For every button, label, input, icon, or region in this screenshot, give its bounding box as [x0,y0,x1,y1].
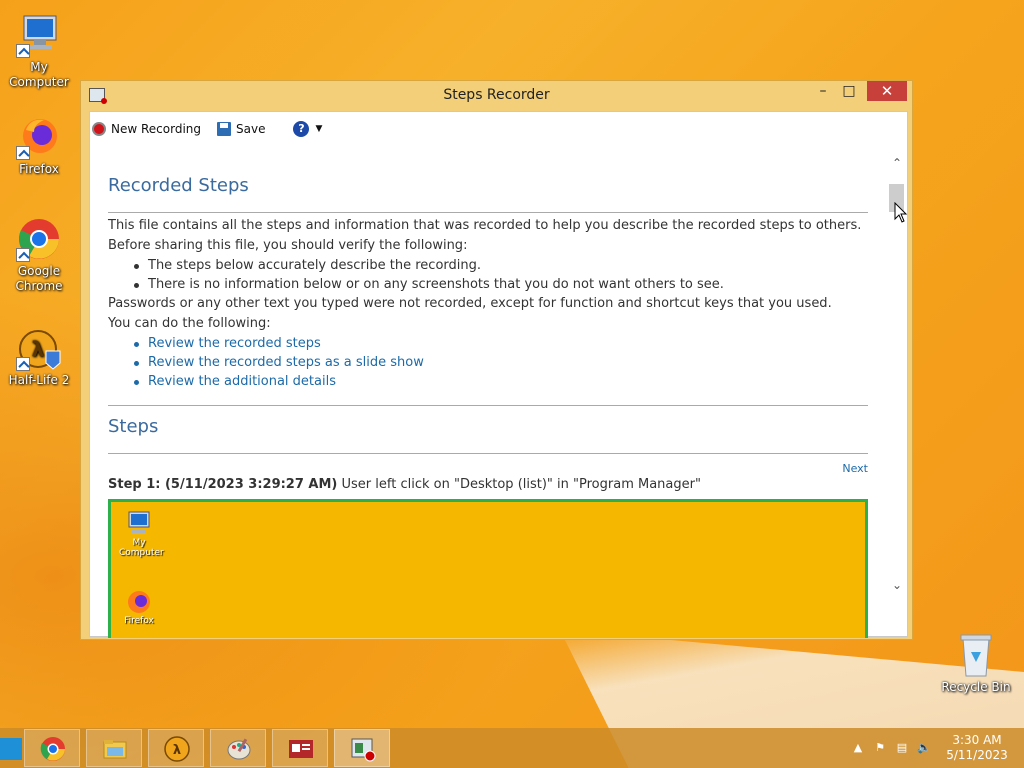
record-icon [92,122,106,136]
passwords-note: Passwords or any other text you typed we… [108,296,832,311]
desktop-icon-label: Recycle Bin [941,680,1011,694]
paint-icon [227,738,251,760]
half-life-2-icon: λ [16,325,62,371]
scroll-down-icon[interactable]: ⌄ [887,578,907,596]
step-1-description: Step 1: (5/11/2023 3:29:27 AM) User left… [108,477,887,492]
review-additional-details-link[interactable]: Review the additional details [132,372,887,391]
new-recording-label: New Recording [111,122,202,136]
volume-muted-icon[interactable]: 🔈 [916,741,932,755]
steps-heading: Steps [108,416,159,437]
shortcut-arrow-icon [16,357,30,371]
list-item: There is no information below or on any … [132,275,887,294]
half-life-2-icon: λ [164,736,190,762]
review-recorded-steps-link[interactable]: Review the recorded steps [132,334,887,353]
taskbar-steps-recorder[interactable] [334,729,390,767]
desktop-icon-firefox[interactable]: Firefox [0,114,78,177]
desktop-icon-label: Google Chrome [15,264,63,293]
svg-text:λ: λ [173,743,181,758]
shortcut-arrow-icon [16,44,30,58]
save-label: Save [236,122,266,136]
verify-list: The steps below accurately describe the … [108,256,887,294]
desktop-icon-half-life-2[interactable]: λ Half-Life 2 [0,325,78,388]
screenshot-icon-firefox: Firefox [119,588,159,626]
shortcut-arrow-icon [16,248,30,262]
steps-recorder-window: Steps Recorder – □ ✕ New Recording Save … [80,80,913,640]
save-button[interactable]: Save [217,122,265,136]
review-slide-show-link[interactable]: Review the recorded steps as a slide sho… [132,353,887,372]
screenshot-icon-label: Firefox [124,616,154,626]
step-1-text: User left click on "Desktop (list)" in "… [341,477,701,492]
title-bar[interactable]: Steps Recorder – □ ✕ [81,81,912,109]
next-link[interactable]: Next [108,462,868,475]
svg-text:λ: λ [32,337,45,361]
scroll-up-icon[interactable]: ⌃ [887,156,907,174]
clock-time: 3:30 AM [952,733,1002,747]
recorded-steps-heading: Recorded Steps [108,175,249,196]
client-area: New Recording Save ? ▼ Recorded Steps Th… [89,111,908,638]
divider [108,405,868,406]
taskbar-file-explorer[interactable] [86,729,142,767]
desktop-icon-label: My Computer [9,60,69,89]
toolbar: New Recording Save ? ▼ [90,112,907,146]
close-button[interactable]: ✕ [867,81,907,101]
divider [108,212,868,213]
file-explorer-icon [103,740,127,759]
intro-text: This file contains all the steps and inf… [108,218,862,233]
show-hidden-icons-icon[interactable]: ▲ [850,741,866,755]
taskbar-half-life-2[interactable]: λ [148,729,204,767]
desktop-icon-label: Firefox [19,162,59,176]
chrome-icon [16,216,62,262]
desktop-icon-my-computer[interactable]: My Computer [0,12,78,90]
taskbar: λ ▲ ⚑ ▤ 🔈 3:30 AM 5/11/2023 [0,728,1024,768]
desktop-icon-chrome[interactable]: Google Chrome [0,216,78,294]
window-title: Steps Recorder [443,87,550,103]
options-intro-text: You can do the following: [108,316,271,331]
clock-date: 5/11/2023 [946,748,1008,762]
taskbar-chrome[interactable] [24,729,80,767]
maximize-button[interactable]: □ [835,81,863,101]
step-1-label: Step 1: (5/11/2023 3:29:27 AM) [108,477,338,492]
news-icon [289,740,313,758]
divider [108,453,868,454]
screenshot-icon-my-computer: My Computer [119,510,164,558]
shortcut-arrow-icon [16,146,30,160]
taskbar-news[interactable] [272,729,328,767]
my-computer-icon [124,510,154,538]
network-icon[interactable]: ▤ [894,741,910,755]
chrome-icon [40,737,65,761]
firefox-icon [16,114,62,160]
help-icon: ? [293,121,310,137]
steps-recorder-icon [351,738,376,762]
help-button[interactable]: ? ▼ [281,121,322,137]
recycle-bin-icon [953,632,999,678]
chevron-down-icon: ▼ [315,124,323,134]
new-recording-button[interactable]: New Recording [92,122,201,136]
desktop-icon-recycle-bin[interactable]: Recycle Bin [936,632,1016,695]
list-item: The steps below accurately describe the … [132,256,887,275]
start-button[interactable] [0,738,22,760]
system-tray: ▲ ⚑ ▤ 🔈 3:30 AM 5/11/2023 [844,728,1024,768]
my-computer-icon [16,12,62,58]
save-icon [217,122,232,136]
taskbar-paint[interactable] [210,729,266,767]
screenshot-icon-label: My Computer [119,538,164,558]
mouse-cursor-icon [894,202,908,223]
action-center-flag-icon[interactable]: ⚑ [872,741,888,755]
clock[interactable]: 3:30 AM 5/11/2023 [946,733,1008,763]
desktop-icon-label: Half-Life 2 [8,373,70,387]
review-links-list: Review the recorded steps Review the rec… [108,334,887,391]
verify-intro-text: Before sharing this file, you should ver… [108,238,468,253]
step-1-screenshot: My Computer Firefox [108,499,868,638]
recorded-steps-document: Recorded Steps This file contains all th… [90,146,887,638]
firefox-icon [124,588,154,616]
minimize-button[interactable]: – [809,81,837,101]
